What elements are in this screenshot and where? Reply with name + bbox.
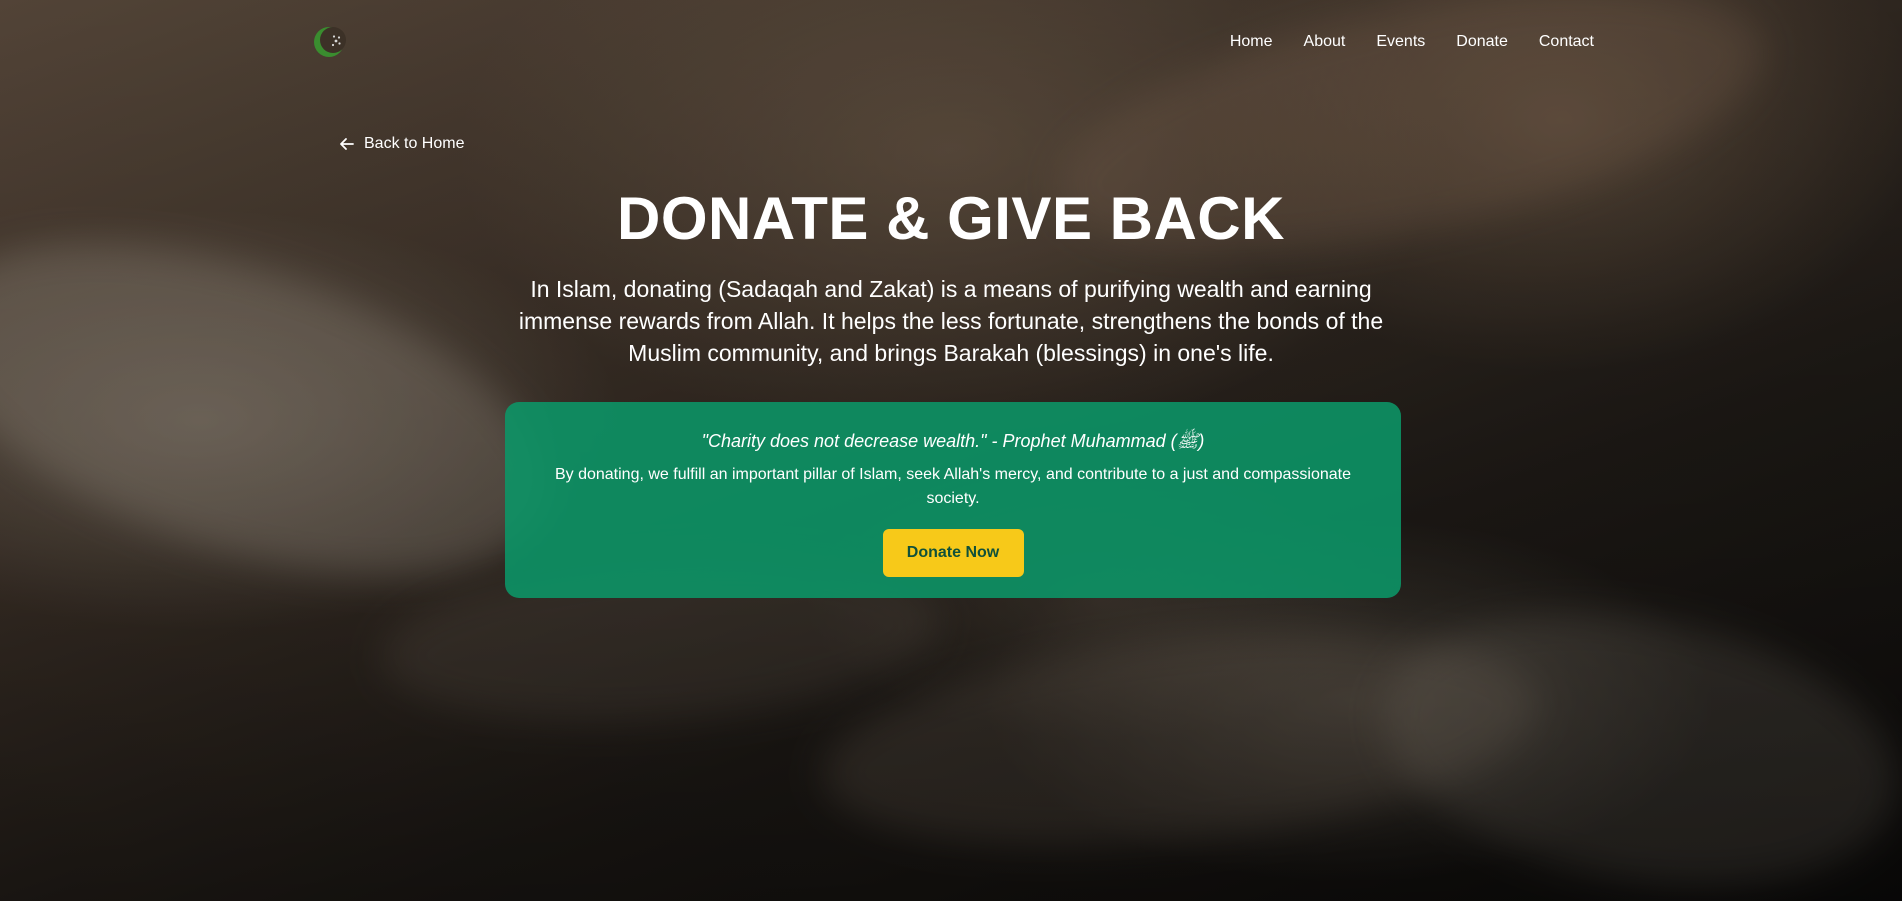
page-title: DONATE & GIVE BACK: [617, 185, 1285, 252]
donate-page: Home About Events Donate Contact Back to…: [0, 0, 1902, 901]
nav-link-events[interactable]: Events: [1376, 33, 1425, 51]
crescent-star-icon[interactable]: [312, 24, 348, 60]
navbar: Home About Events Donate Contact: [312, 22, 1594, 62]
hero-description: In Islam, donating (Sadaqah and Zakat) i…: [518, 276, 1384, 366]
nav-links: Home About Events Donate Contact: [1230, 33, 1594, 51]
nav-link-home[interactable]: Home: [1230, 33, 1273, 51]
nav-link-about[interactable]: About: [1304, 33, 1346, 51]
donation-card: "Charity does not decrease wealth." - Pr…: [505, 402, 1401, 598]
charity-quote: "Charity does not decrease wealth." - Pr…: [701, 431, 1205, 451]
donation-text: By donating, we fulfill an important pil…: [554, 466, 1352, 507]
nav-link-contact[interactable]: Contact: [1539, 33, 1594, 51]
arrow-left-icon: [338, 135, 356, 153]
back-link-label: Back to Home: [364, 135, 465, 152]
back-to-home-link[interactable]: Back to Home: [338, 135, 464, 153]
donate-now-button[interactable]: Donate Now: [882, 529, 1024, 577]
nav-link-donate[interactable]: Donate: [1456, 33, 1508, 51]
